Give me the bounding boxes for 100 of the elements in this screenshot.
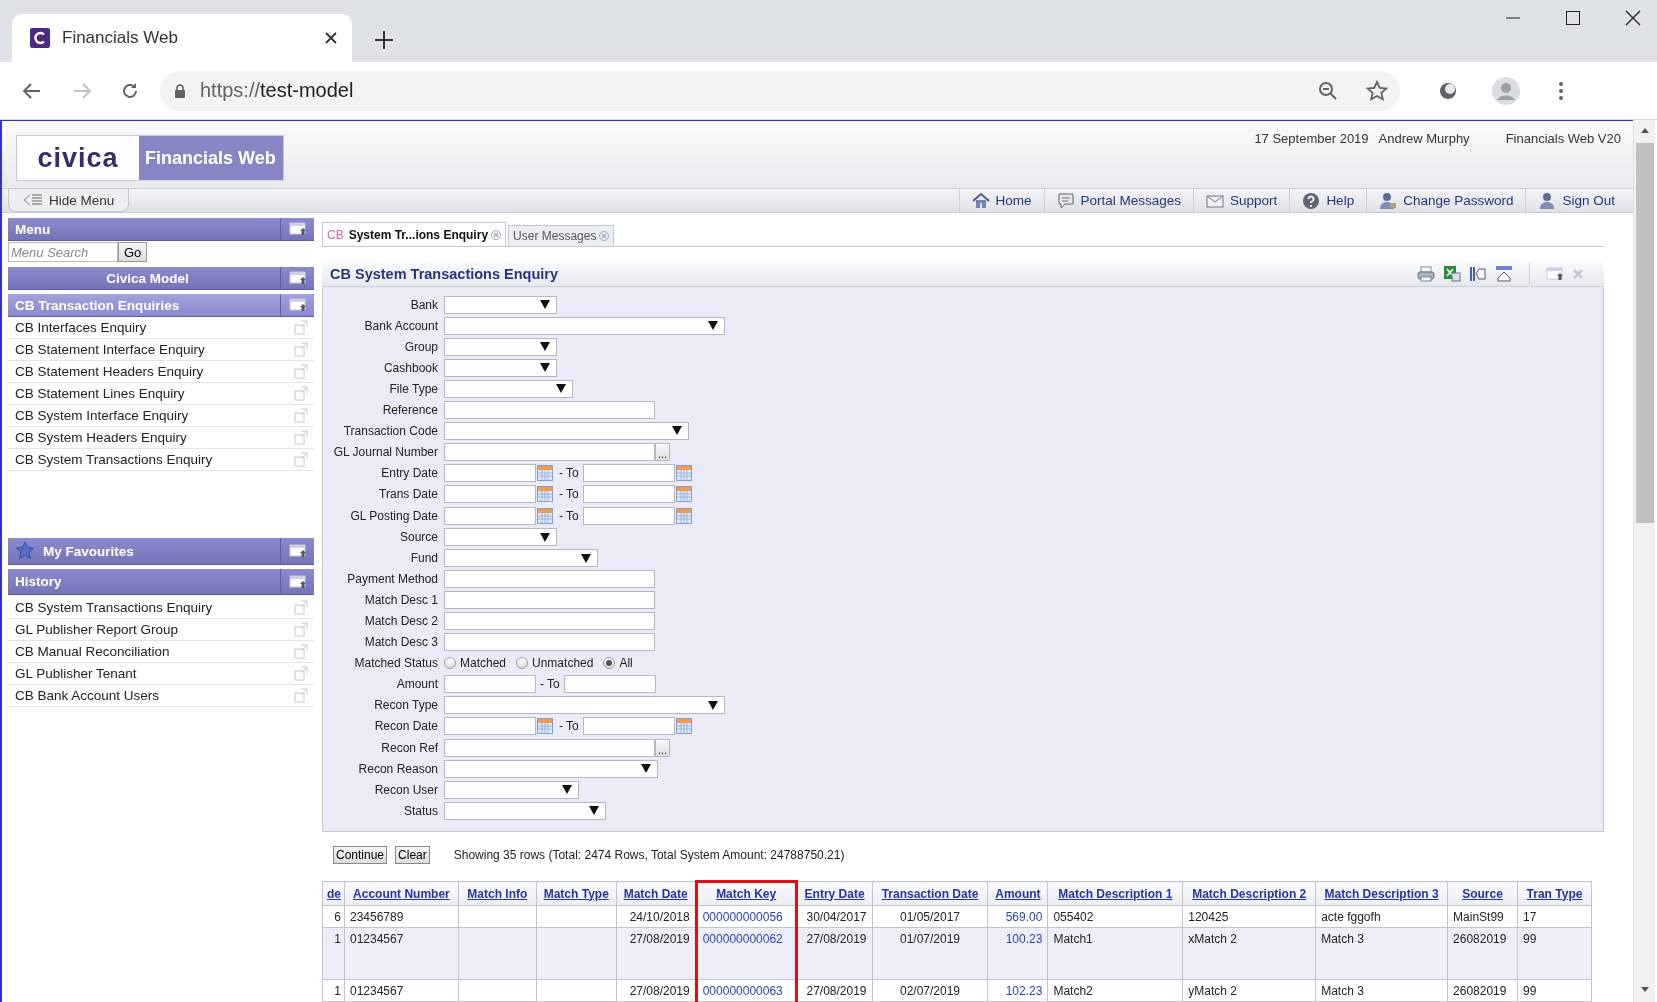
lookup-button[interactable]: ... <box>655 738 671 757</box>
document-tab[interactable]: CB System Tr...ions Enquiry <box>322 222 507 246</box>
radio-option[interactable]: Unmatched <box>516 656 594 670</box>
dropdown[interactable] <box>444 528 557 546</box>
column-header[interactable]: Match Key <box>696 881 797 906</box>
table-link[interactable]: 100.23 <box>1005 932 1043 946</box>
calendar-icon[interactable] <box>675 486 692 503</box>
new-tab-icon[interactable] <box>374 30 394 50</box>
address-bar[interactable]: https://test-model <box>160 70 1400 111</box>
calendar-icon[interactable] <box>537 718 553 735</box>
scroll-up-icon[interactable] <box>1639 126 1650 134</box>
star-icon[interactable] <box>1366 79 1388 102</box>
input-field[interactable] <box>444 400 655 419</box>
column-header[interactable]: Source <box>1447 881 1518 906</box>
menu-item[interactable]: CB System Headers Enquiry <box>8 427 314 449</box>
column-header[interactable]: Match Description 2 <box>1182 881 1316 906</box>
spreadsheet-icon[interactable] <box>1443 265 1461 282</box>
menu-item[interactable]: GL Publisher Tenant <box>8 663 314 685</box>
radio-option[interactable]: Matched <box>444 656 507 670</box>
input-field[interactable] <box>444 612 655 630</box>
calendar-icon[interactable] <box>675 507 692 524</box>
extension-icon[interactable] <box>1438 80 1458 101</box>
date-field[interactable] <box>582 717 675 736</box>
date-field[interactable] <box>582 463 675 482</box>
column-header[interactable]: Tran Type <box>1517 881 1592 906</box>
maximize-icon[interactable] <box>1563 8 1583 28</box>
menu-item[interactable]: CB Statement Headers Enquiry <box>8 361 314 383</box>
collapse-icon[interactable] <box>1495 265 1513 282</box>
zoom-out-icon[interactable] <box>1318 80 1338 101</box>
date-field[interactable] <box>582 506 675 525</box>
nav-link[interactable]: Change Password <box>1366 189 1526 212</box>
nav-link[interactable]: Help <box>1289 189 1367 212</box>
hide-menu-button[interactable]: Hide Menu <box>8 189 130 212</box>
window-icon[interactable] <box>288 298 307 312</box>
menu-item[interactable]: GL Publisher Report Group <box>8 619 314 641</box>
calendar-icon[interactable] <box>537 464 553 481</box>
forward-icon[interactable] <box>72 80 92 101</box>
column-header[interactable]: Match Description 3 <box>1315 881 1448 906</box>
input-field[interactable] <box>444 442 655 461</box>
input-field[interactable] <box>444 738 655 757</box>
nav-link[interactable]: Home <box>958 189 1044 212</box>
action-button[interactable]: Clear <box>395 846 430 864</box>
column-header[interactable]: Match Description 1 <box>1047 881 1183 906</box>
column-header[interactable]: Entry Date <box>796 881 873 906</box>
go-button[interactable]: Go <box>118 242 148 262</box>
window-icon[interactable] <box>288 222 307 236</box>
input-field[interactable] <box>563 675 656 693</box>
date-field[interactable] <box>444 463 536 482</box>
dropdown[interactable] <box>444 295 557 314</box>
document-tab[interactable]: User Messages <box>508 225 615 246</box>
close-icon[interactable] <box>1623 8 1643 28</box>
column-header[interactable]: de <box>322 881 345 906</box>
print-icon[interactable] <box>1417 265 1435 282</box>
scroll-down-icon[interactable] <box>1639 986 1650 994</box>
back-icon[interactable] <box>22 80 42 101</box>
browser-tab[interactable]: Financials Web <box>12 14 352 62</box>
menu-item[interactable]: CB Bank Account Users <box>8 685 314 707</box>
calendar-icon[interactable] <box>537 507 553 524</box>
menu-item[interactable]: CB Statement Interface Enquiry <box>8 339 314 361</box>
menu-item[interactable]: CB System Transactions Enquiry <box>8 597 314 619</box>
calendar-icon[interactable] <box>675 464 692 481</box>
menu-item[interactable]: CB Manual Reconciliation <box>8 641 314 663</box>
action-button[interactable]: Continue <box>333 846 388 864</box>
scrollbar[interactable] <box>1633 120 1655 1002</box>
window-icon[interactable] <box>288 271 307 285</box>
columns-icon[interactable] <box>1469 265 1487 282</box>
window-icon[interactable] <box>1546 266 1564 281</box>
input-field[interactable] <box>444 591 655 609</box>
menu-search-field[interactable]: Menu Search <box>8 242 118 262</box>
column-header[interactable]: Account Number <box>344 881 459 906</box>
column-header[interactable]: Match Info <box>458 881 537 906</box>
close-icon[interactable] <box>324 31 338 45</box>
date-field[interactable] <box>444 485 536 504</box>
menu-item[interactable]: CB Statement Lines Enquiry <box>8 383 314 405</box>
more-menu-icon[interactable] <box>1558 80 1564 101</box>
column-header[interactable]: Match Date <box>616 881 697 906</box>
input-field[interactable] <box>444 633 655 651</box>
calendar-icon[interactable] <box>537 486 553 503</box>
column-header[interactable]: Match Type <box>536 881 617 906</box>
input-field[interactable] <box>444 675 536 693</box>
dropdown[interactable] <box>444 337 557 356</box>
radio-option[interactable]: All <box>603 656 633 670</box>
lookup-button[interactable]: ... <box>655 442 671 461</box>
window-icon[interactable] <box>288 544 307 558</box>
column-header[interactable]: Transaction Date <box>872 881 988 906</box>
menu-item[interactable]: CB System Transactions Enquiry <box>8 449 314 471</box>
window-icon[interactable] <box>288 574 307 589</box>
calendar-icon[interactable] <box>675 718 692 735</box>
menu-item[interactable]: CB System Interface Enquiry <box>8 405 314 427</box>
input-field[interactable] <box>444 570 655 588</box>
menu-item[interactable]: CB Interfaces Enquiry <box>8 317 314 339</box>
profile-icon[interactable] <box>1492 76 1520 105</box>
date-field[interactable] <box>444 717 536 736</box>
column-header[interactable]: Amount <box>987 881 1048 906</box>
nav-link[interactable]: Support <box>1193 189 1290 212</box>
dropdown[interactable] <box>444 358 557 377</box>
date-field[interactable] <box>444 506 536 525</box>
nav-link[interactable]: Sign Out <box>1525 189 1627 212</box>
date-field[interactable] <box>582 485 675 504</box>
nav-link[interactable]: Portal Messages <box>1043 189 1194 212</box>
